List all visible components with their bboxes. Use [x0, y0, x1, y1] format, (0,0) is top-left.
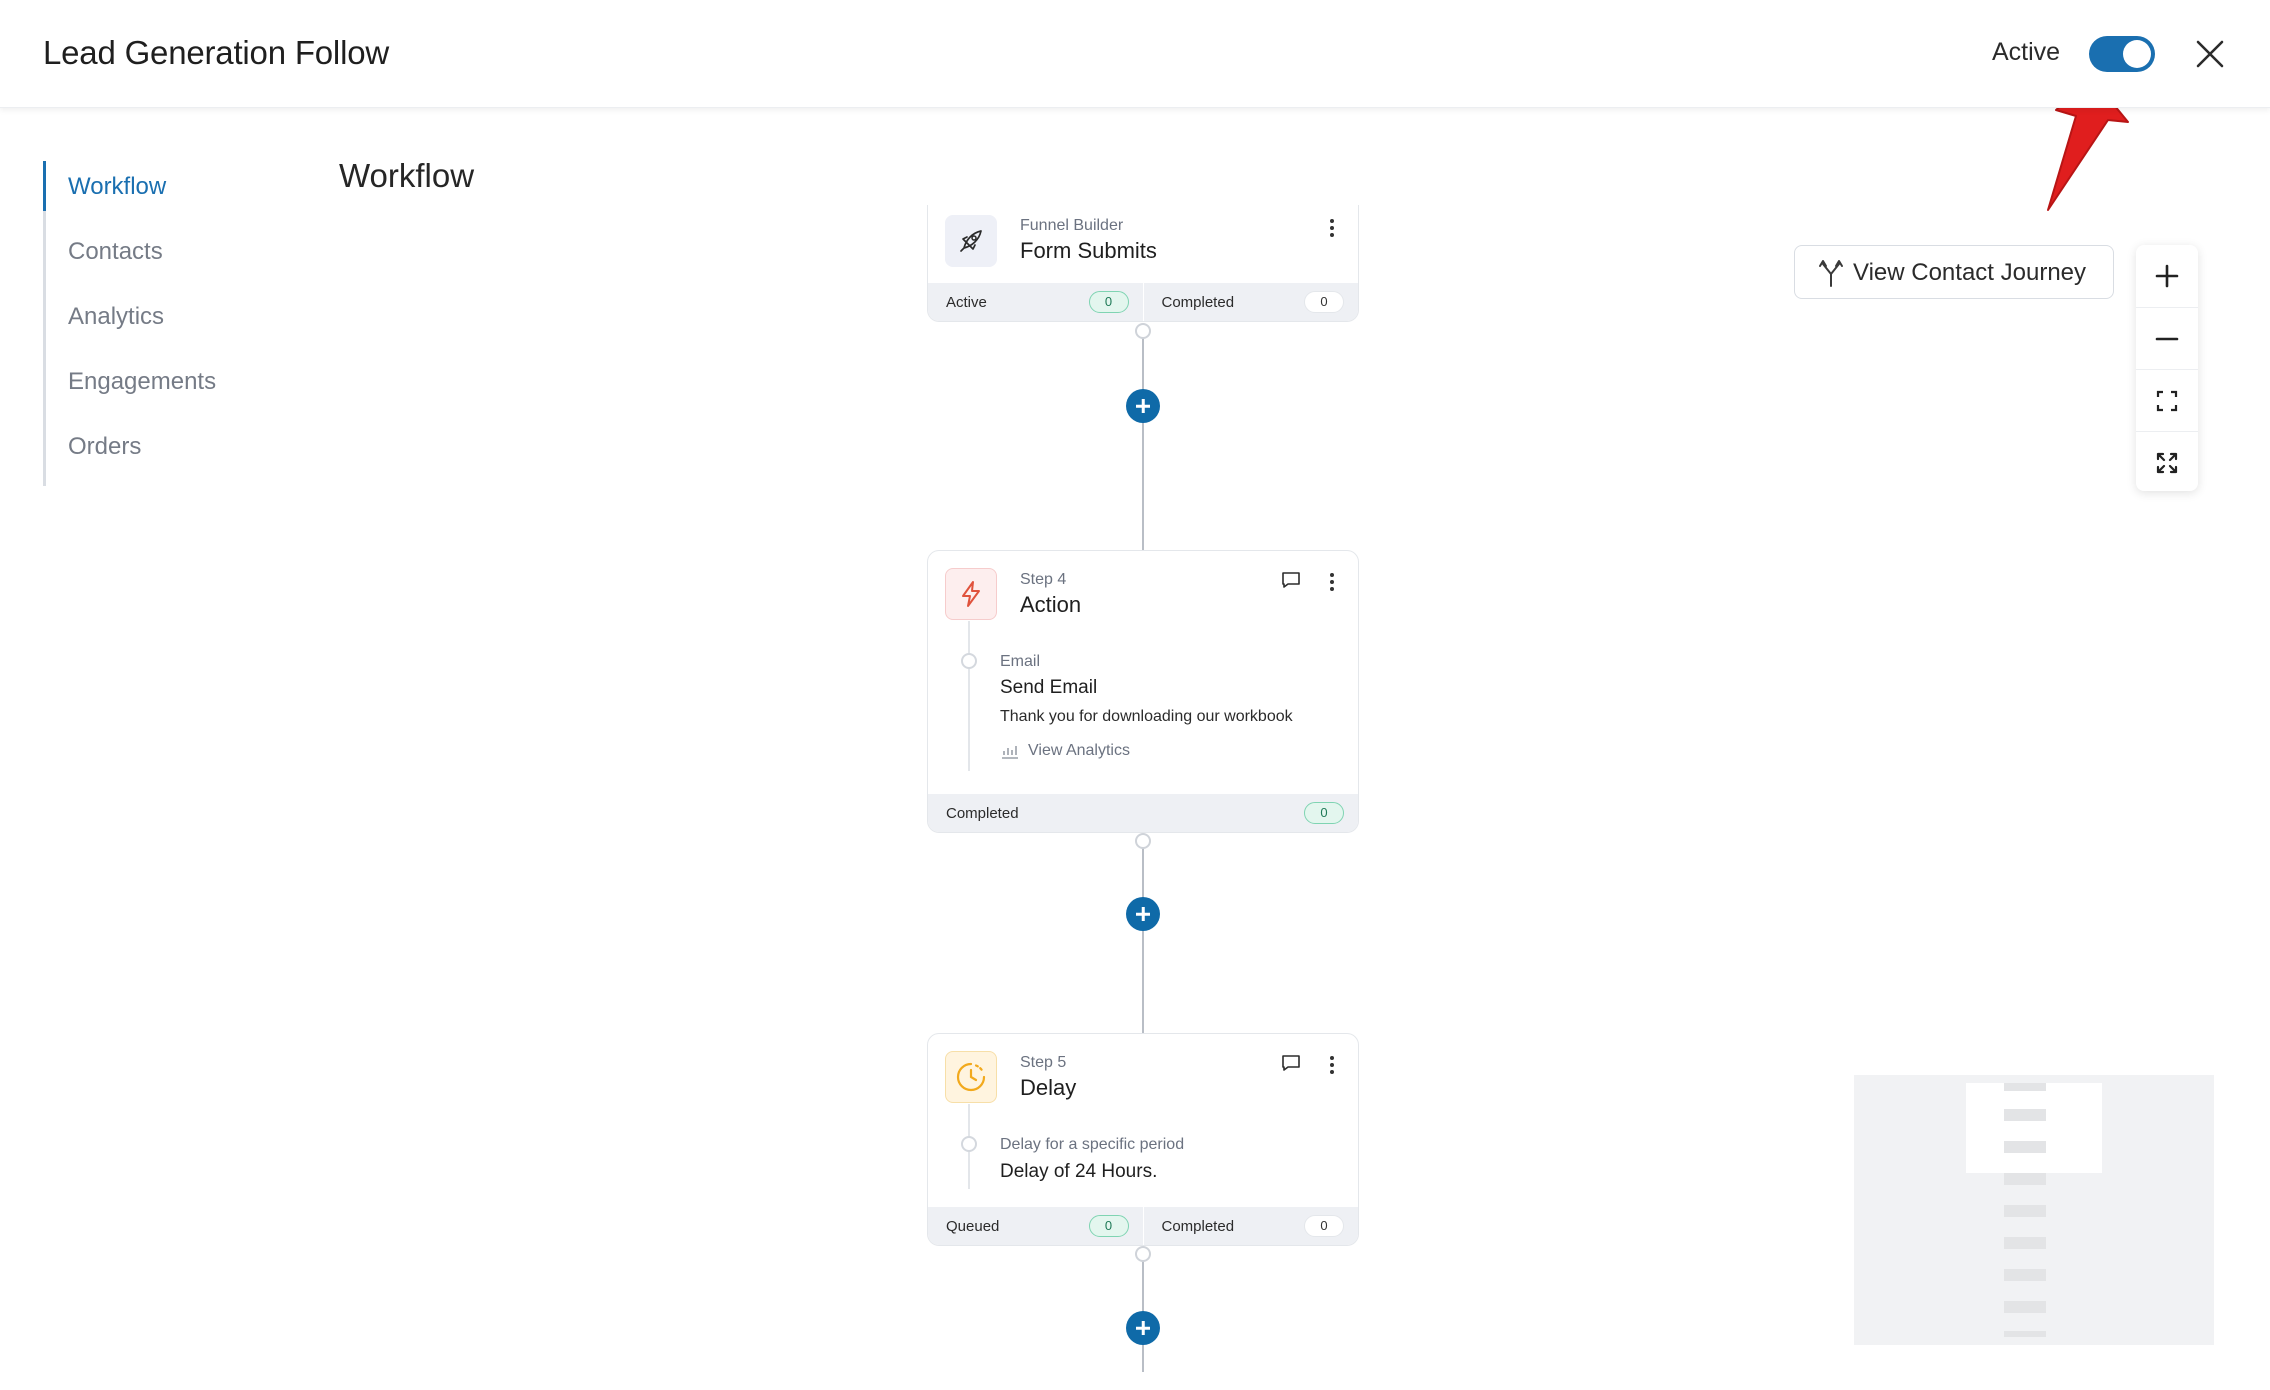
kebab-icon[interactable] [1328, 217, 1336, 241]
view-contact-journey-label: View Contact Journey [1853, 259, 2087, 286]
stat-label: Active [946, 294, 987, 311]
view-contact-journey-button[interactable]: View Contact Journey [1794, 245, 2114, 299]
sidebar-item-engagements[interactable]: Engagements [46, 356, 303, 421]
step-title: Delay [1020, 1075, 1077, 1100]
page-title: Workflow [339, 157, 475, 194]
trigger-footer: Active 0 Completed 0 [928, 283, 1358, 321]
stat-count-badge: 0 [1088, 291, 1129, 313]
minimap[interactable] [1854, 1075, 2214, 1345]
stat-completed: Completed 0 [1142, 283, 1359, 321]
stat-label: Completed [1161, 294, 1235, 311]
expand-icon[interactable] [2136, 431, 2198, 493]
step-card-action[interactable]: Step 4 Action Email Send Email Thank you… [927, 550, 1359, 833]
stat-count-badge: 0 [1304, 291, 1344, 313]
fit-icon[interactable] [2136, 369, 2198, 431]
sidebar-nav: Workflow Contacts Analytics Engagements … [43, 161, 303, 486]
minimap-viewport [1966, 1083, 2102, 1173]
comment-icon[interactable] [1280, 1052, 1302, 1074]
minimap-node [2004, 1269, 2046, 1281]
add-step-button[interactable] [1126, 389, 1160, 423]
stat-label: Completed [1161, 1218, 1235, 1235]
active-label: Active [1992, 38, 2061, 66]
step-title: Action [1020, 592, 1082, 617]
kebab-icon[interactable] [1328, 571, 1336, 595]
connector-dot [1135, 1246, 1151, 1262]
connector-line [1142, 330, 1144, 550]
connector-line [1142, 840, 1144, 1033]
rocket-icon [945, 215, 997, 267]
stat-completed: Completed 0 [1142, 1207, 1359, 1245]
header: Lead Generation Follow Active [0, 0, 2270, 108]
minimap-node [2004, 1237, 2046, 1249]
sidebar-item-analytics[interactable]: Analytics [46, 291, 303, 356]
view-analytics-label: View Analytics [1028, 742, 1130, 759]
detail-type: Delay for a specific period [1000, 1136, 1185, 1153]
detail-title: Send Email [1000, 677, 1098, 698]
clock-icon [945, 1051, 997, 1103]
minimap-node [2004, 1173, 2046, 1185]
view-analytics-link[interactable]: View Analytics [1000, 742, 1130, 760]
minimap-node [2004, 1083, 2046, 1091]
zoom-controls [2136, 245, 2198, 491]
connector-dot [1135, 323, 1151, 339]
inner-connector [968, 621, 970, 771]
branch-icon [1819, 260, 1843, 287]
sidebar-item-orders[interactable]: Orders [46, 421, 303, 486]
stat-count-badge: 0 [1304, 802, 1344, 824]
toggle-knob [2123, 40, 2151, 68]
analytics-icon [1002, 746, 1018, 759]
inner-dot [961, 653, 977, 669]
trigger-card[interactable]: Funnel Builder Form Submits Active 0 Com… [927, 205, 1359, 322]
lightning-icon [945, 568, 997, 620]
minimap-node [2004, 1301, 2046, 1313]
minimap-node [2004, 1331, 2046, 1337]
stat-queued: Queued 0 [928, 1207, 1143, 1245]
trigger-title: Form Submits [1020, 238, 1157, 263]
stat-completed: Completed 0 [928, 794, 1358, 832]
step-footer: Completed 0 [928, 794, 1358, 832]
step-footer: Queued 0 Completed 0 [928, 1207, 1358, 1245]
detail-text: Thank you for downloading our workbook [1000, 708, 1293, 725]
comment-icon[interactable] [1280, 569, 1302, 591]
step-subtitle: Step 5 [1020, 1054, 1067, 1071]
close-icon[interactable] [2192, 36, 2228, 72]
kebab-icon[interactable] [1328, 1054, 1336, 1078]
zoom-out-icon[interactable] [2136, 307, 2198, 369]
minimap-node [2004, 1141, 2046, 1153]
zoom-in-icon[interactable] [2136, 245, 2198, 307]
stat-count-badge: 0 [1304, 1215, 1344, 1237]
stat-active: Active 0 [928, 283, 1143, 321]
page-header-title: Lead Generation Follow [43, 34, 389, 71]
add-step-button[interactable] [1126, 897, 1160, 931]
add-step-button[interactable] [1126, 1311, 1160, 1345]
active-toggle[interactable] [2089, 36, 2155, 72]
minimap-node [2004, 1109, 2046, 1121]
trigger-subtitle: Funnel Builder [1020, 217, 1124, 234]
connector-dot [1135, 833, 1151, 849]
minimap-node [2004, 1205, 2046, 1217]
sidebar-item-workflow[interactable]: Workflow [43, 161, 303, 226]
detail-title: Delay of 24 Hours. [1000, 1161, 1158, 1182]
step-card-delay[interactable]: Step 5 Delay Delay for a specific period… [927, 1033, 1359, 1246]
detail-type: Email [1000, 653, 1041, 670]
step-subtitle: Step 4 [1020, 571, 1067, 588]
stat-label: Completed [946, 805, 1019, 822]
inner-dot [961, 1136, 977, 1152]
sidebar-item-contacts[interactable]: Contacts [46, 226, 303, 291]
stat-count-badge: 0 [1088, 1215, 1129, 1237]
stat-label: Queued [946, 1218, 1000, 1235]
